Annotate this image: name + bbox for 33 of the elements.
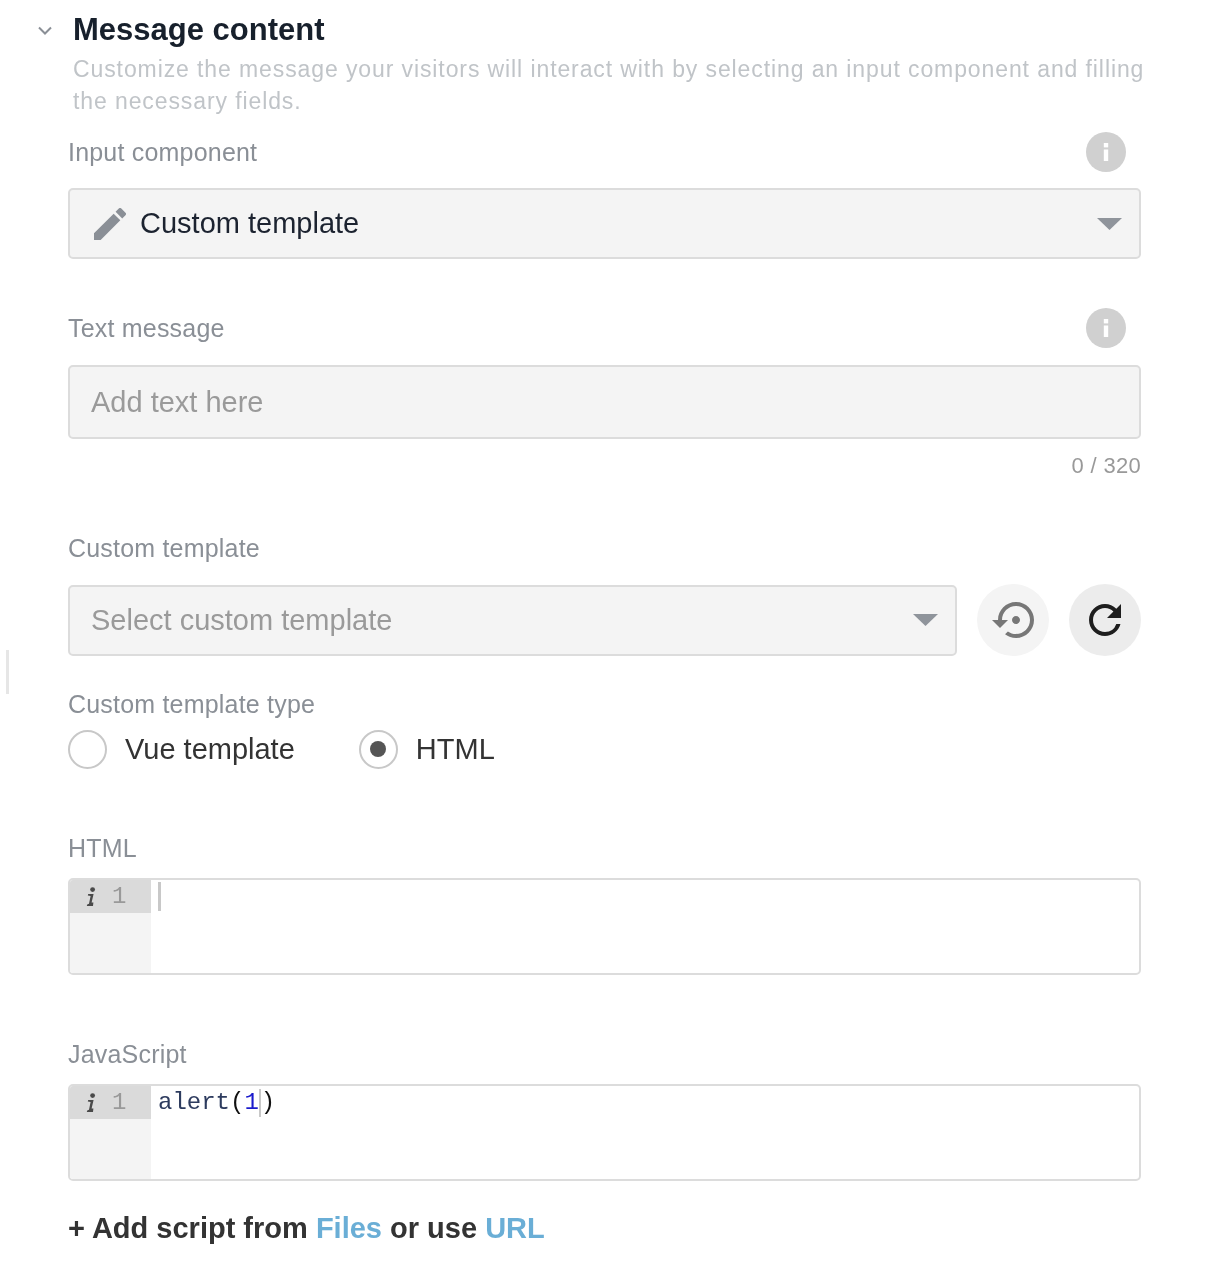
radio-label: Vue template [125, 732, 295, 766]
field-label: JavaScript [68, 1039, 187, 1069]
add-script-text: + Add script from Files or use URL [68, 1211, 545, 1245]
section-description: Customize the message your visitors will interact with by selecting an input component and filling the necessary fields. [73, 55, 1146, 116]
info-marker-icon [86, 1093, 96, 1112]
code-editor[interactable]: 1 [68, 878, 1141, 975]
field-label: Custom template type [68, 689, 316, 719]
code-editor[interactable]: 1 alert(1) [68, 1084, 1141, 1181]
text-link[interactable]: Files [315, 1212, 382, 1244]
field-label: Text message [68, 313, 225, 343]
field-label: HTML [68, 833, 137, 863]
section-title: Message content [73, 12, 325, 48]
field-label: Custom template [68, 533, 260, 563]
character-counter: 0 / 320 [1071, 453, 1141, 479]
custom-template-select[interactable]: Select custom template [68, 584, 957, 656]
caret-icon [913, 614, 938, 626]
line-number: 1 [112, 1088, 127, 1118]
radio-button[interactable] [68, 729, 107, 769]
radio-button[interactable] [358, 729, 398, 769]
line-number: 1 [112, 882, 127, 912]
field-label: Input component [68, 137, 258, 167]
input-component-select[interactable]: Custom template [68, 188, 1141, 259]
refresh-icon [1089, 604, 1121, 636]
text-message-input[interactable]: Add text here [68, 365, 1141, 439]
chevron-icon[interactable] [38, 25, 52, 35]
restore-icon [992, 602, 1034, 638]
info-marker-icon [86, 887, 96, 906]
code-line: alert(1) [158, 1087, 276, 1119]
radio-label: HTML [415, 732, 495, 766]
text-cursor [158, 882, 161, 911]
pencil-icon [94, 207, 126, 240]
caret-icon [1097, 217, 1122, 230]
text-link[interactable]: URL [485, 1212, 545, 1244]
